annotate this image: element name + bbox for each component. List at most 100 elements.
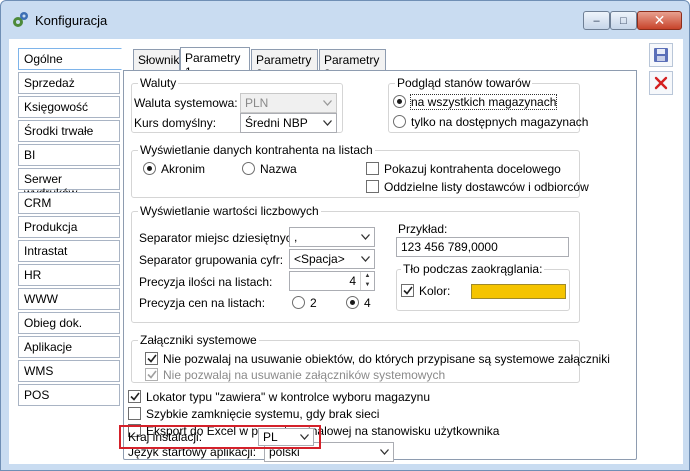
sidebar-item-intrastat[interactable]: Intrastat xyxy=(18,240,120,262)
save-button[interactable] xyxy=(649,43,673,67)
parametry-1-panel: Waluty Waluta systemowa: PLN Kurs domyśl… xyxy=(123,70,637,462)
show-target-checkbox[interactable] xyxy=(366,162,379,175)
sidebar-item-sprzedaz[interactable]: Sprzedaż xyxy=(18,72,120,94)
chevron-down-icon[interactable] xyxy=(296,429,313,445)
sidebar-item-www[interactable]: WWW xyxy=(18,288,120,310)
grouping-separator-label: Separator grupowania cyfr: xyxy=(139,253,284,267)
floppy-disk-icon xyxy=(654,48,668,62)
no-delete-attachments-checkbox xyxy=(145,368,158,381)
no-delete-objects-checkbox[interactable] xyxy=(145,352,158,365)
stany-all-label[interactable]: na wszystkich magazynach xyxy=(409,94,558,110)
locator-label[interactable]: Lokator typu "zawiera" w kontrolce wybor… xyxy=(146,390,430,404)
grouping-separator-value: <Spacja> xyxy=(294,252,345,266)
install-country-value: PL xyxy=(263,430,278,444)
example-value-field: 123 456 789,0000 xyxy=(396,237,569,257)
sidebar-item-pos[interactable]: POS xyxy=(18,384,120,406)
spinner-arrows-icon[interactable]: ▲ ▼ xyxy=(360,272,374,290)
checkmark-icon xyxy=(146,354,157,363)
price-precision-2-radio[interactable] xyxy=(292,296,305,309)
tab-slowniki[interactable]: Słowniki xyxy=(133,49,182,71)
decimal-separator-value: , xyxy=(294,230,298,244)
chevron-down-icon[interactable] xyxy=(319,114,336,132)
stany-all-radio[interactable] xyxy=(393,95,406,108)
install-country-select[interactable]: PL xyxy=(258,428,314,446)
akronim-label[interactable]: Akronim xyxy=(161,162,205,176)
chevron-down-icon[interactable] xyxy=(376,443,393,461)
fast-close-checkbox[interactable] xyxy=(128,407,141,420)
show-target-label[interactable]: Pokazuj kontrahenta docelowego xyxy=(384,162,561,176)
sidebar-item-ksiegowosc[interactable]: Księgowość xyxy=(18,96,120,118)
sidebar-item-wms[interactable]: WMS xyxy=(18,360,120,382)
no-delete-objects-label[interactable]: Nie pozwalaj na usuwanie obiektów, do kt… xyxy=(163,352,610,366)
red-x-icon xyxy=(654,76,668,90)
title-bar[interactable]: Konfiguracja – □ ✕ xyxy=(1,1,689,39)
tab-parametry-1[interactable]: Parametry 1 xyxy=(180,47,250,79)
waluty-legend: Waluty xyxy=(138,76,179,90)
separate-lists-label[interactable]: Oddzielne listy dostawców i odbiorców xyxy=(384,180,589,194)
waluta-systemowa-value: PLN xyxy=(245,96,269,110)
stany-available-radio[interactable] xyxy=(393,115,406,128)
minimize-button[interactable]: – xyxy=(583,11,610,30)
kontrahent-group: Wyświetlanie danych kontrahenta na lista… xyxy=(131,143,589,198)
window-title: Konfiguracja xyxy=(35,13,108,28)
fast-close-label[interactable]: Szybkie zamknięcie systemu, gdy brak sie… xyxy=(146,407,379,421)
qty-precision-label: Precyzja ilości na listach: xyxy=(139,275,273,289)
tab-parametry-3[interactable]: Parametry 3 xyxy=(319,49,386,81)
kurs-domyslny-value: Średni NBP xyxy=(245,116,308,130)
no-delete-attachments-label: Nie pozwalaj na usuwanie załączników sys… xyxy=(163,368,446,382)
window-client-area: Ogólne Sprzedaż Księgowość Środki trwałe… xyxy=(9,39,683,464)
qty-precision-spinner[interactable]: 4 ▲ ▼ xyxy=(289,271,375,291)
separate-lists-checkbox[interactable] xyxy=(366,180,379,193)
example-label: Przykład: xyxy=(398,222,448,236)
decimal-separator-select[interactable]: , xyxy=(289,227,375,247)
checkmark-icon xyxy=(129,392,140,401)
sidebar-item-hr[interactable]: HR xyxy=(18,264,120,286)
zalaczniki-legend: Załączniki systemowe xyxy=(138,333,259,347)
price-precision-4-label[interactable]: 4 xyxy=(364,296,371,310)
rounding-color-swatch[interactable] xyxy=(471,284,566,299)
chevron-down-icon xyxy=(319,94,336,112)
price-precision-4-radio[interactable] xyxy=(346,296,359,309)
sidebar-item-bi[interactable]: BI xyxy=(18,144,120,166)
gears-app-icon xyxy=(13,12,28,27)
maximize-button[interactable]: □ xyxy=(610,11,637,30)
chevron-down-icon[interactable] xyxy=(357,250,374,268)
stany-available-label[interactable]: tylko na dostępnych magazynach xyxy=(411,115,588,129)
decimal-separator-label: Separator miejsc dziesiętnych: xyxy=(139,231,302,245)
podglad-stanow-legend: Podgląd stanów towarów xyxy=(395,76,533,90)
nazwa-radio[interactable] xyxy=(242,162,255,175)
zalaczniki-group: Załączniki systemowe Nie pozwalaj na usu… xyxy=(131,333,610,383)
close-button[interactable]: ✕ xyxy=(637,11,682,30)
install-country-label: Kraj instalacji: xyxy=(128,430,203,444)
tab-parametry-2[interactable]: Parametry 2 xyxy=(251,49,318,81)
rounding-background-group: Tło podczas zaokrąglania: Kolor: xyxy=(396,262,570,311)
sidebar-item-obieg-dok[interactable]: Obieg dok. xyxy=(18,312,120,334)
wartosci-liczbowe-group: Wyświetlanie wartości liczbowych Separat… xyxy=(131,204,580,323)
akronim-radio[interactable] xyxy=(143,162,156,175)
sidebar-item-crm[interactable]: CRM xyxy=(18,192,120,214)
qty-precision-value: 4 xyxy=(349,274,356,288)
nazwa-label[interactable]: Nazwa xyxy=(260,162,297,176)
chevron-down-icon[interactable] xyxy=(357,228,374,246)
price-precision-2-label[interactable]: 2 xyxy=(310,296,317,310)
grouping-separator-select[interactable]: <Spacja> xyxy=(289,249,375,269)
kurs-domyslny-label: Kurs domyślny: xyxy=(134,116,217,130)
waluta-systemowa-select: PLN xyxy=(240,93,337,113)
sidebar-item-serwer-wydrukow[interactable]: Serwer wydruków xyxy=(18,168,120,200)
example-value: 123 456 789,0000 xyxy=(401,240,498,254)
sidebar-item-produkcja[interactable]: Produkcja xyxy=(18,216,120,238)
sidebar-item-srodki-trwale[interactable]: Środki trwałe xyxy=(18,120,120,142)
rounding-color-checkbox[interactable] xyxy=(401,284,414,297)
rounding-color-label[interactable]: Kolor: xyxy=(419,284,450,298)
kurs-domyslny-select[interactable]: Średni NBP xyxy=(240,113,337,133)
sidebar-item-ogolne[interactable]: Ogólne xyxy=(18,48,122,70)
sidebar-item-aplikacje[interactable]: Aplikacje xyxy=(18,336,120,358)
rounding-background-legend: Tło podczas zaokrąglania: xyxy=(401,262,545,276)
waluta-systemowa-label: Waluta systemowa: xyxy=(134,96,238,110)
cancel-button[interactable] xyxy=(649,71,673,95)
wartosci-liczbowe-legend: Wyświetlanie wartości liczbowych xyxy=(138,204,321,218)
example-box: Przykład: 123 456 789,0000 xyxy=(394,222,574,257)
locator-checkbox[interactable] xyxy=(128,390,141,403)
kontrahent-legend: Wyświetlanie danych kontrahenta na lista… xyxy=(138,143,375,157)
checkmark-icon xyxy=(402,286,413,295)
